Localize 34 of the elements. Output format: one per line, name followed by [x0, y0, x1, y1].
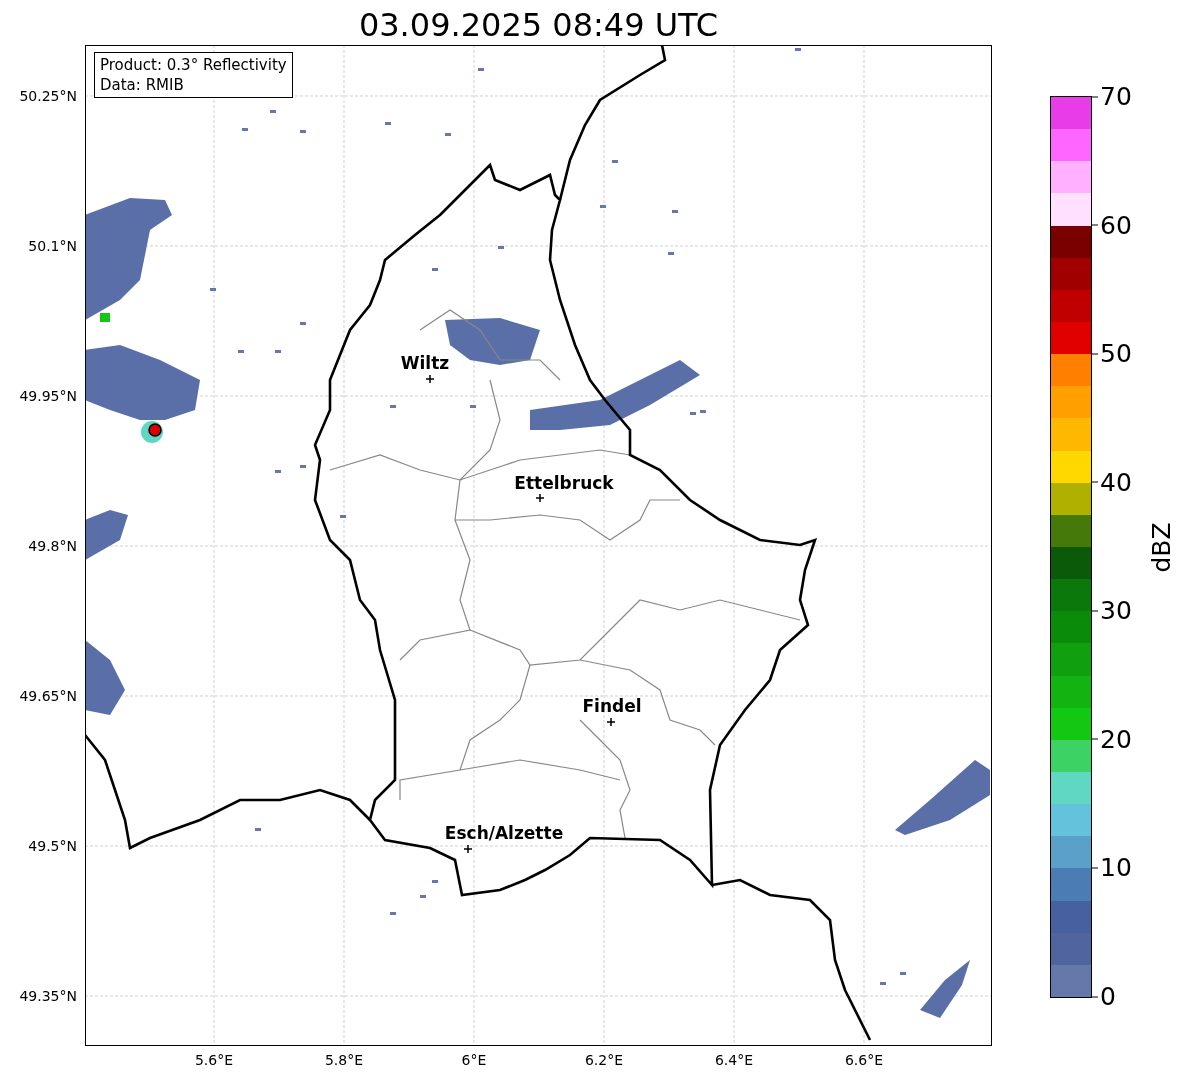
- city-label: Findel: [582, 696, 642, 716]
- latitude-label: 50.1°N: [28, 238, 77, 254]
- longitude-label: 6.2°E: [584, 1052, 624, 1068]
- scale-tick-label: 60: [1092, 210, 1132, 240]
- longitude-label: 6.4°E: [714, 1052, 754, 1068]
- scale-tick-label: 30: [1092, 595, 1132, 625]
- city-label: Wiltz: [400, 353, 450, 373]
- chart-title: 03.09.2025 08:49 UTC: [357, 5, 720, 45]
- scale-tick-label: 40: [1092, 467, 1132, 497]
- latitude-label: 49.5°N: [28, 838, 77, 854]
- radar-site-icon: [141, 421, 163, 443]
- city-marker-icon: [607, 718, 615, 726]
- info-text: Data: RMIB: [100, 75, 185, 95]
- scale-tick-label: 70: [1092, 81, 1132, 111]
- scale-tick-label: 10: [1092, 852, 1132, 882]
- city-label: Ettelbruck: [514, 473, 614, 493]
- longitude-label: 6°E: [461, 1052, 487, 1068]
- scale-tick-label: 0: [1092, 981, 1116, 1011]
- longitude-label: 6.6°E: [844, 1052, 884, 1068]
- city-marker-icon: [426, 375, 434, 383]
- city-marker-icon: [464, 845, 472, 853]
- latitude-label: 50.25°N: [19, 88, 77, 104]
- scale-tick-label: 50: [1092, 338, 1132, 368]
- unit-label: dBZ: [1146, 521, 1176, 573]
- longitude-label: 5.6°E: [194, 1052, 234, 1068]
- latitude-label: 49.65°N: [19, 688, 77, 704]
- info-text: Product: 0.3° Reflectivity: [100, 55, 287, 75]
- longitude-label: 5.8°E: [324, 1052, 364, 1068]
- scale-tick-label: 20: [1092, 724, 1132, 754]
- city-marker-icon: [536, 494, 544, 502]
- latitude-label: 49.95°N: [19, 388, 77, 404]
- city-label: Esch/Alzette: [444, 823, 564, 843]
- latitude-label: 49.35°N: [19, 988, 77, 1004]
- latitude-label: 49.8°N: [28, 538, 77, 554]
